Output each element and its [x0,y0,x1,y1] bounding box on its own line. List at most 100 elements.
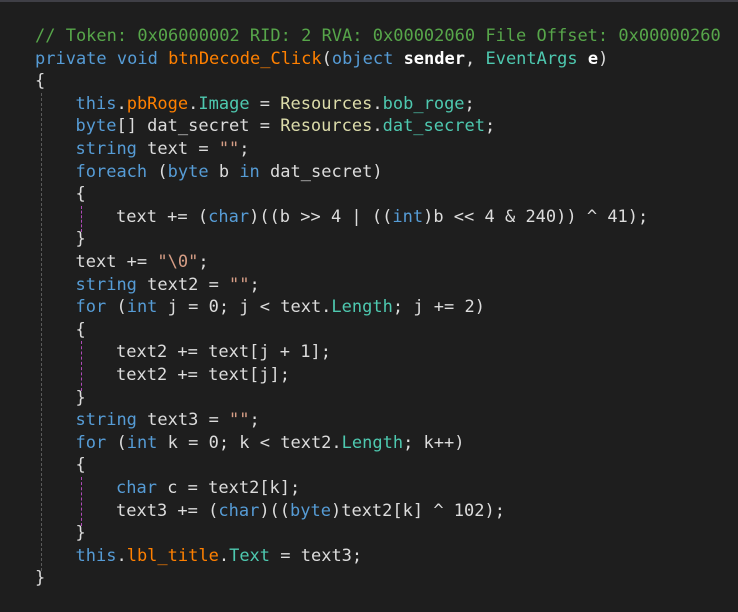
code-token-keyword: char [116,478,157,498]
code-token-keyword: void [116,48,158,69]
code-token-plain: . [372,93,383,114]
code-line[interactable]: string text3 = ""; [76,409,260,431]
code-line[interactable]: text += "\0"; [76,251,209,273]
code-line[interactable]: byte[] dat_secret = Resources.dat_secret… [76,115,496,137]
code-token-string: "" [229,410,250,431]
code-token-plain: k = 0; k < text2. [157,432,342,453]
code-token-prop: Image [198,93,250,114]
indent-guide-foreach [81,205,82,233]
code-token-member2: pbRoge [126,93,189,114]
code-token-plain: . [116,93,127,114]
code-token-plain: text2 = [136,274,230,295]
code-token-prop: dat_secret [382,116,485,137]
code-token-keyword: foreach [75,161,148,182]
code-line[interactable]: this.lbl_title.Text = text3; [76,545,363,567]
code-token-member2: lbl_title [126,545,219,566]
code-token-plain: ; [249,274,260,295]
code-line[interactable]: char c = text2[k]; [116,477,300,499]
code-token-plain: [] dat_secret = [116,116,281,137]
code-token-plain: )((b >> 4 | (( [249,206,393,227]
code-token-plain: { [75,184,86,205]
code-token-plain: ; [464,93,475,114]
code-token-plain: { [75,455,86,476]
code-token-keyword: this [75,545,117,566]
code-token-plain: } [75,523,86,544]
code-token-plain: ; [484,116,496,137]
code-token-keyword: for [75,297,107,318]
code-token-plain: )text2[k] ^ 102); [330,500,505,521]
code-token-keyword: byte [167,161,209,182]
code-token-plain: text += [75,252,158,272]
code-token-keyword: for [75,432,107,453]
code-token-keyword: char [208,206,250,227]
code-token-plain: b [208,161,240,182]
code-token-keyword: object [331,48,394,69]
code-editor[interactable]: // Token: 0x06000002 RID: 2 RVA: 0x00002… [0,0,738,612]
code-line[interactable]: // Token: 0x06000002 RID: 2 RVA: 0x00002… [35,25,721,47]
code-token-keyword: string [75,410,137,431]
code-line[interactable]: text2 += text[j]; [116,364,290,386]
code-token-keyword: string [75,274,137,295]
code-token-plain: text2 += text[j]; [116,365,290,385]
code-token-keyword: byte [75,116,117,137]
code-token-keyword: int [392,206,424,227]
code-token-plain: = text3; [270,545,363,566]
code-token-plain: ; j += 2) [392,297,485,318]
code-token-keyword: char [218,500,260,521]
code-line[interactable]: text += (char)((b >> 4 | ((int)b << 4 & … [116,206,648,228]
code-token-cls: Resources [280,93,373,114]
code-line[interactable]: { [76,454,86,476]
code-token-plain: { [75,319,86,340]
code-token-string: "\0" [157,252,199,272]
code-token-prop: Text [229,545,271,566]
code-token-plain: c = text2[k]; [156,478,301,498]
indent-guide-for-k [81,477,82,527]
code-token-plain: , [464,48,486,69]
code-token-keyword: private [35,48,107,69]
code-line[interactable]: { [76,183,86,205]
code-line[interactable]: string text2 = ""; [76,274,260,296]
code-token-plain: ; [239,139,250,159]
code-token-plain: j = 0; j < text. [157,297,332,318]
code-token-keyword: this [75,93,117,114]
code-token-plain: ( [321,48,332,69]
code-line[interactable]: foreach (byte b in dat_secret) [76,161,383,183]
code-line[interactable]: text3 += (char)((byte)text2[k] ^ 102); [116,500,505,522]
code-line[interactable]: for (int k = 0; k < text2.Length; k++) [76,432,465,454]
code-token-keyword: int [126,297,158,318]
code-token-plain: ( [106,297,127,318]
code-token-plain: ; [198,252,209,272]
code-line[interactable]: for (int j = 0; j < text.Length; j += 2) [76,296,485,318]
code-token-keyword: int [126,432,158,453]
code-token-type: EventArgs [485,48,578,69]
code-token-plain: )b << 4 & 240)) ^ 41); [423,206,649,227]
code-token-plain: text3 = [136,410,230,431]
indent-guide-method [41,92,42,572]
code-token-plain: text3 += ( [116,500,219,521]
code-token-plain: } [75,387,86,408]
code-token-param: sender [403,48,465,69]
code-line[interactable]: { [35,70,45,92]
code-token-plain: . [188,93,199,114]
code-line[interactable]: text2 += text[j + 1]; [116,341,331,363]
code-token-plain: text2 += text[j + 1]; [116,342,331,363]
code-line[interactable]: private void btnDecode_Click(object send… [35,48,608,70]
code-token-keyword: string [75,139,137,159]
code-token-plain: ( [106,432,127,453]
code-token-param: e [587,48,599,69]
code-token-plain: dat_secret) [259,161,383,182]
code-line[interactable]: string text = ""; [76,138,250,160]
code-token-plain: . [218,545,230,566]
code-line[interactable]: { [76,319,86,341]
code-token-string: "" [218,139,240,159]
code-token-plain: . [116,545,127,566]
code-token-prop: Length [331,297,393,318]
code-token-plain: ; k++) [403,432,465,453]
code-token-cls: Resources [280,116,373,137]
code-token-string: "" [229,274,250,295]
code-line[interactable]: this.pbRoge.Image = Resources.bob_roge; [76,93,475,115]
